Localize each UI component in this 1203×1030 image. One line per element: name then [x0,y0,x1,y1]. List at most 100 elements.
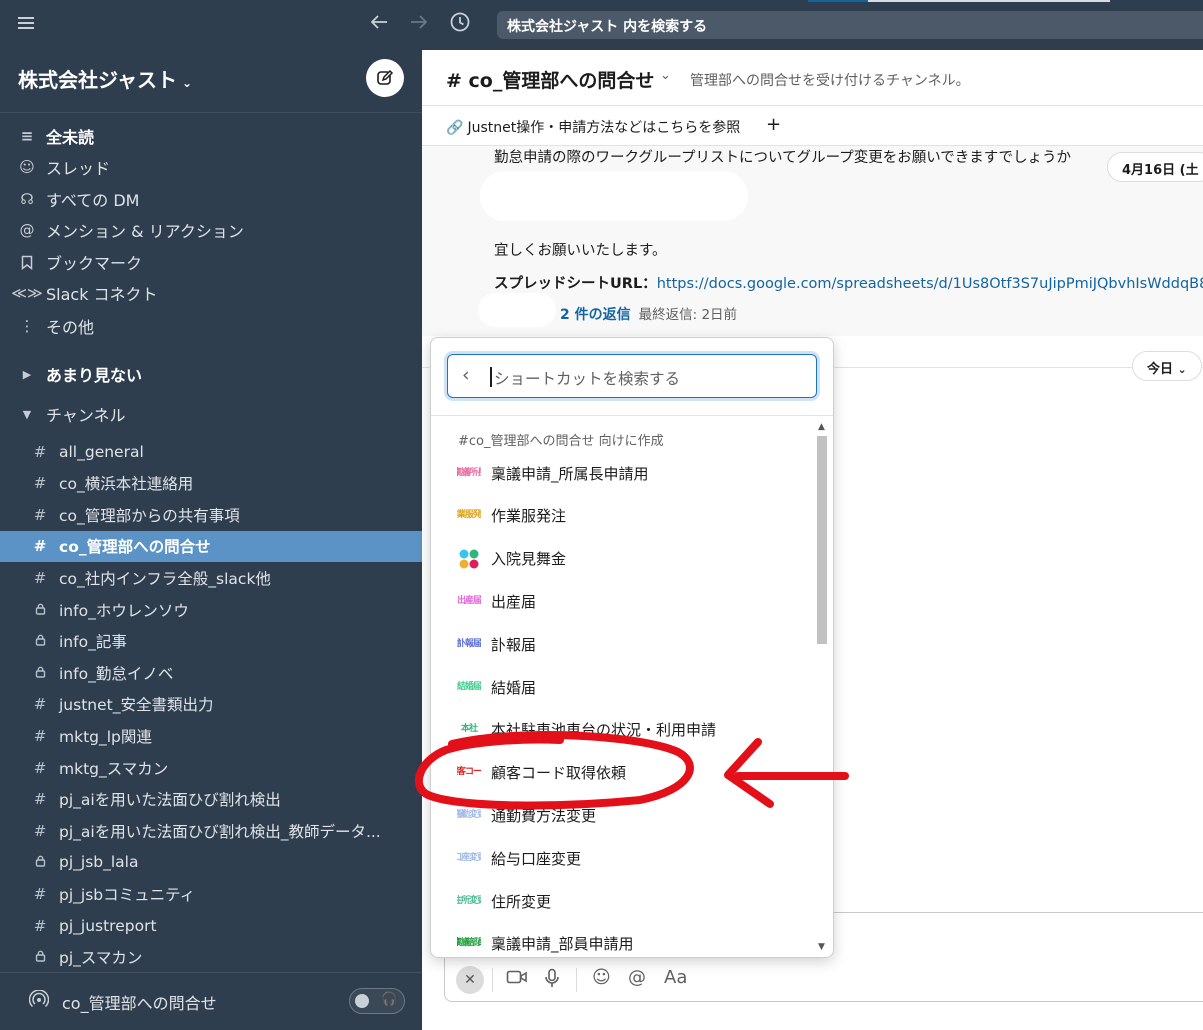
message-text: 勤怠申請の際のワークグループリストについてグループ変更をお願いできますでしょうか [494,150,1071,166]
shortcut-label: 出産届 [491,592,537,611]
sidebar-channel-item[interactable]: # mktg_スマカン [0,752,422,783]
threads-icon: ☺ [19,158,35,176]
workflow-icon: 顧客コード [457,767,481,778]
menu-icon[interactable] [18,17,34,29]
shortcut-item[interactable]: 訃報届 訃報届 [457,629,536,659]
shortcut-item[interactable]: 本社 本社駐車池車台の状況・利用申請 [457,715,716,745]
sidebar-channel-item[interactable]: # co_横浜本社連絡用 [0,468,422,499]
shortcut-item[interactable]: 顧客コード顧客コード取得依頼 [457,758,626,788]
bookmarks-bar: 🔗 Justnet操作・申請方法などはこちらを参照 + [422,106,1203,146]
sidebar-channel-item[interactable]: # co_管理部からの共有事項 [0,499,422,530]
caret-down-icon: ▼ [22,407,32,421]
scrollbar[interactable]: ▲ ▼ [815,422,829,952]
chevron-left-icon[interactable]: ‹ [462,364,470,386]
shortcut-label: 顧客コード取得依頼 [491,764,627,783]
sidebar-channel-item[interactable]: pj_jsb_lala [0,847,422,878]
sidebar-channel-item[interactable]: # mktg_lp関連 [0,720,422,751]
sidebar-channel-item[interactable]: pj_スマカン [0,942,422,973]
channel-name: co_横浜本社連絡用 [59,475,194,494]
channel-title[interactable]: # co_管理部への問合せ [446,66,654,93]
sidebar-channel-item[interactable]: # co_管理部への問合せ [0,530,422,562]
hash-icon: # [33,916,47,935]
channel-name: info_ホウレンソウ [59,601,189,620]
add-bookmark-button[interactable]: + [766,114,781,135]
date-divider-today[interactable]: 今日 ⌄ [1132,351,1202,381]
shortcut-label: 稟議申請_所属長申請用 [491,464,649,483]
formatting-button[interactable]: Aa [664,967,687,988]
headphones-icon: 🎧 [381,992,398,1007]
history-icon[interactable] [449,11,471,40]
workflow-icon: 結婚届 [457,681,481,692]
close-icon[interactable]: ✕ [456,966,484,994]
nav-threads[interactable]: ☺ スレッド [18,153,110,181]
shortcut-item[interactable]: 稟議部員稟議申請_部員申請用 [457,929,634,959]
connect-icon: ≪≫ [11,284,43,302]
sidebar-channel-item[interactable]: # co_社内インフラ全般_slack他 [0,562,422,593]
shortcut-label: 給与口座変更 [491,849,582,868]
hash-icon: # [33,695,47,714]
sidebar-channel-item[interactable]: info_記事 [0,626,422,657]
sidebar-channel-item[interactable]: info_勤怠イノベ [0,657,422,688]
channel-topic[interactable]: 管理部への問合せを受け付けるチャンネル。 [690,70,970,90]
more-icon: ⋮ [19,317,35,335]
video-icon[interactable] [506,968,528,991]
bookmark-link[interactable]: 🔗 Justnet操作・申請方法などはこちらを参照 [446,117,740,137]
section-channels[interactable]: ▼ チャンネル [18,400,126,428]
forward-arrow-icon[interactable] [408,11,430,40]
nav-dms[interactable]: ☊ すべての DM [18,185,139,213]
workflow-icon: 通勤変更 [457,809,481,820]
microphone-icon[interactable] [544,968,560,993]
channel-name: all_general [59,442,144,461]
sidebar-channel-item[interactable]: info_ホウレンソウ [0,594,422,625]
shortcut-item[interactable]: 出産届 出産届 [457,586,536,616]
shortcut-item[interactable]: 住所変更住所変更 [457,886,551,916]
hash-icon: # [33,474,47,493]
window-strip [808,0,1110,2]
search-input[interactable]: 株式会社ジャスト 内を検索する [497,11,1203,39]
workflow-icon: 住所変更 [457,895,481,906]
thread-replies[interactable]: 2 件の返信 最終返信: 2日前 [560,303,737,324]
workspace-name[interactable]: 株式会社ジャスト ⌄ [18,64,192,93]
shortcut-label: 入院見舞金 [491,550,567,569]
message-text: 宜しくお願いいたします。 [494,243,667,259]
nav-slack-connect[interactable]: ≪≫ Slack コネクト [11,279,157,307]
sidebar-channel-item[interactable]: # all_general [0,436,422,467]
sidebar: 株式会社ジャスト ⌄ ≡ 全未読 ☺ スレッド ☊ すべての DM @ メンション & リ… [0,50,422,1030]
lock-icon [33,853,47,871]
back-arrow-icon[interactable] [368,11,390,40]
mention-icon[interactable]: @ [628,967,646,988]
compose-button[interactable] [366,59,404,97]
shortcut-item[interactable]: 通勤変更通勤費方法変更 [457,800,596,830]
shortcut-search-input[interactable]: ‹ ショートカットを検索する [447,354,817,398]
channel-name: co_管理部からの共有事項 [59,506,240,525]
date-divider-pill[interactable]: 4月16日 (土 [1107,152,1203,182]
emoji-icon[interactable]: ☺ [592,967,611,988]
sidebar-channel-item[interactable]: # pj_aiを用いた法面ひび割れ検出_教師データ... [0,815,422,846]
sidebar-channel-item[interactable]: # pj_jsbコミュニティ [0,878,422,909]
channel-name: pj_justreport [59,916,157,935]
nav-mentions[interactable]: @ メンション & リアクション [18,216,244,244]
shortcut-item[interactable]: 作業服発注作業服発注 [457,501,566,531]
nav-unreads[interactable]: ≡ 全未読 [18,122,94,150]
shortcut-item[interactable]: 稟議所長稟議申請_所属長申請用 [457,458,649,488]
sidebar-channel-item[interactable]: # pj_aiを用いた法面ひび割れ検出 [0,784,422,815]
sidebar-channel-item[interactable]: # pj_justreport [0,910,422,941]
channel-name: pj_aiを用いた法面ひび割れ検出_教師データ... [59,822,381,841]
shortcut-item[interactable]: 入院見舞金 [457,544,566,574]
nav-bookmarks[interactable]: ブックマーク [18,248,142,276]
channel-name: pj_jsbコミュニティ [59,885,196,904]
workflow-icon: 作業服発注 [457,510,481,521]
workflow-icon [457,547,481,571]
section-rarely-viewed[interactable]: ▶ あまり見ない [18,360,142,388]
channel-name: co_管理部への問合せ [59,538,211,557]
spreadsheet-link[interactable]: https://docs.google.com/spreadsheets/d/1… [657,276,1203,292]
huddle-toggle[interactable]: 🎧 [349,988,405,1014]
shortcut-label: 通勤費方法変更 [491,806,597,825]
sidebar-channel-item[interactable]: # justnet_安全書類出力 [0,689,422,720]
hash-icon: # [33,790,47,809]
chevron-down-icon[interactable]: ⌄ [660,68,671,83]
channel-name: pj_aiを用いた法面ひび割れ検出 [59,791,281,810]
nav-more[interactable]: ⋮ その他 [18,312,95,340]
shortcut-item[interactable]: 結婚届 結婚届 [457,672,536,702]
shortcut-item[interactable]: 口座変更給与口座変更 [457,843,581,873]
